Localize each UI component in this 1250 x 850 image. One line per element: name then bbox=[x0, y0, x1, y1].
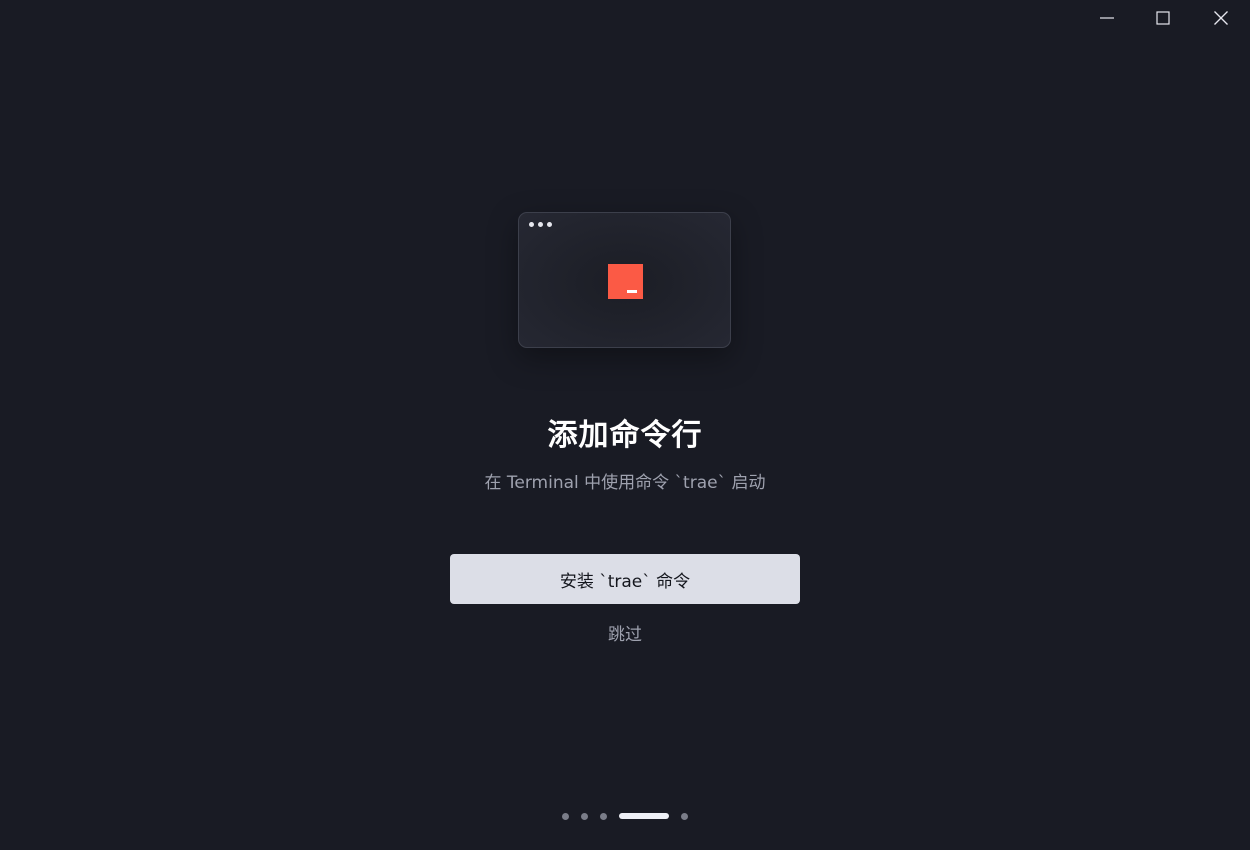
maximize-icon bbox=[1156, 11, 1170, 25]
pager-dot[interactable] bbox=[581, 812, 588, 820]
page-title: 添加命令行 bbox=[547, 418, 703, 453]
minimize-icon bbox=[1100, 17, 1114, 19]
page-subtitle: 在 Terminal 中使用命令 `trae` 启动 bbox=[484, 473, 766, 493]
pager-dot[interactable] bbox=[600, 812, 607, 820]
minimize-button[interactable] bbox=[1078, 0, 1136, 36]
skip-link[interactable]: 跳过 bbox=[0, 620, 1250, 645]
terminal-prompt-icon bbox=[608, 264, 643, 299]
install-command-button[interactable]: 安装 `trae` 命令 bbox=[450, 554, 800, 604]
window-dot bbox=[529, 222, 534, 227]
pager-dot[interactable] bbox=[562, 812, 569, 820]
pager-dot-active[interactable] bbox=[619, 813, 669, 819]
onboarding-window: 添加命令行 在 Terminal 中使用命令 `trae` 启动 安装 `tra… bbox=[0, 0, 1250, 850]
terminal-window-icon bbox=[518, 212, 731, 348]
pager-dot[interactable] bbox=[681, 812, 688, 820]
close-button[interactable] bbox=[1192, 0, 1250, 36]
window-dot bbox=[538, 222, 543, 227]
close-icon bbox=[1214, 11, 1228, 25]
maximize-button[interactable] bbox=[1134, 0, 1192, 36]
window-dots bbox=[529, 222, 552, 227]
window-dot bbox=[547, 222, 552, 227]
cursor-icon bbox=[627, 290, 637, 293]
step-pager bbox=[0, 812, 1250, 820]
